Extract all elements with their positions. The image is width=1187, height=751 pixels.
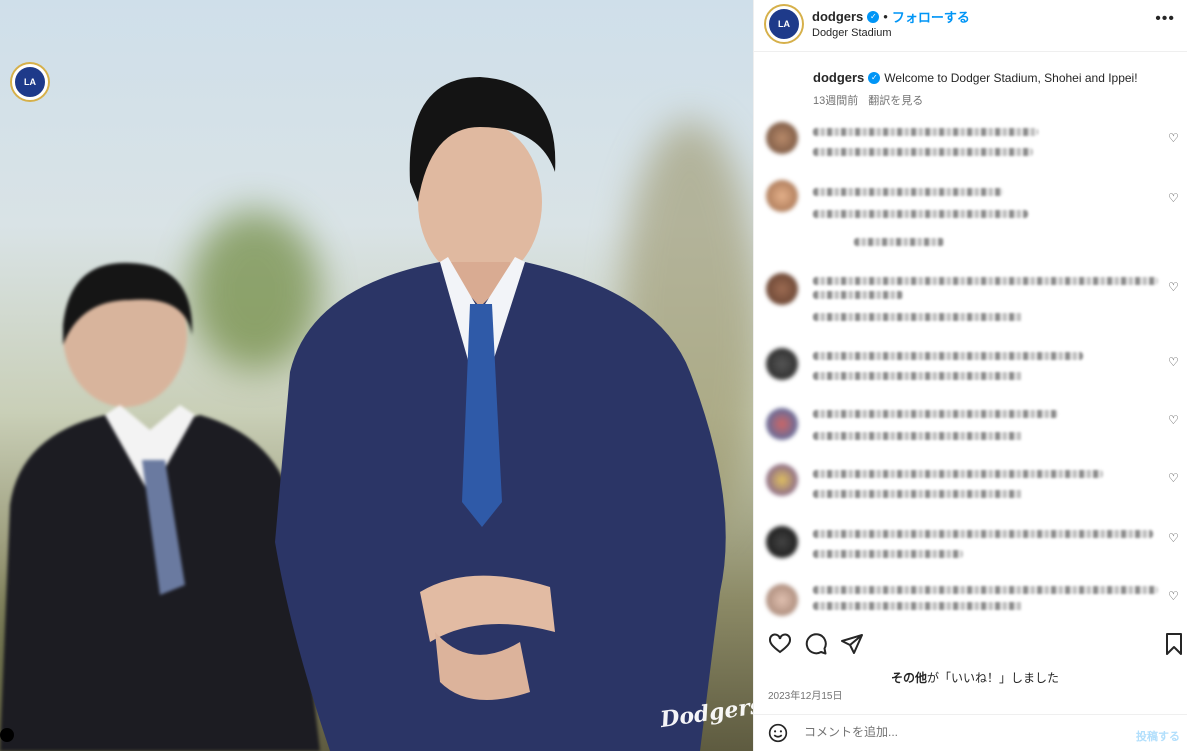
comment-text-blurred <box>813 128 1038 136</box>
comment-avatar[interactable] <box>766 408 798 440</box>
comment-meta-blurred <box>813 372 1023 380</box>
heart-icon[interactable]: ♡ <box>1168 590 1180 602</box>
comment-meta-blurred <box>813 432 1023 440</box>
comment-text-blurred <box>813 470 1103 478</box>
translate-link[interactable]: 翻訳を見る <box>868 92 923 108</box>
action-bar <box>754 628 1187 658</box>
verified-badge-icon: ✓ <box>867 10 880 23</box>
comment-avatar[interactable] <box>766 584 798 616</box>
heart-icon[interactable]: ♡ <box>1168 132 1180 144</box>
comment-text-blurred <box>813 410 1058 418</box>
post-header: LA dodgers ✓ • フォローする Dodger Stadium ••• <box>754 0 1187 52</box>
post-date[interactable]: 2023年12月15日 <box>768 687 843 702</box>
comment-avatar[interactable] <box>766 122 798 154</box>
caption: LA dodgers ✓ Welcome to Dodger Stadium, … <box>12 52 1187 112</box>
comment-list: ♡ ♡ ♡ ♡ ♡ ♡ ♡ ♡ <box>754 112 1187 622</box>
comment-text-blurred <box>813 602 1023 610</box>
comment-text-blurred <box>813 352 1083 360</box>
caption-username[interactable]: dodgers <box>813 70 864 85</box>
post-comment-button[interactable]: 投稿する <box>1136 728 1180 744</box>
comment-text-blurred <box>813 291 903 299</box>
caption-avatar[interactable]: LA <box>12 64 48 100</box>
separator-dot: • <box>883 9 888 24</box>
comment-text-blurred <box>813 586 1158 594</box>
comment-meta-blurred <box>813 210 1028 218</box>
caption-meta: 13週間前 翻訳を見る <box>813 92 923 108</box>
comment-meta-blurred <box>813 550 963 558</box>
comment-meta-blurred <box>813 490 1023 498</box>
emoji-icon[interactable] <box>768 723 788 743</box>
dodgers-avatar[interactable]: LA <box>766 6 802 42</box>
heart-icon[interactable]: ♡ <box>1168 356 1180 368</box>
comment-replies-blurred <box>854 238 944 246</box>
caption-body: Welcome to Dodger Stadium, Shohei and Ip… <box>884 70 1138 85</box>
person-right <box>275 77 726 751</box>
comment-avatar[interactable] <box>766 348 798 380</box>
likes-text: が「いいね！」しました <box>927 671 1060 685</box>
comment-text-blurred <box>813 530 1153 538</box>
comment-meta-blurred <box>813 313 1023 321</box>
comment-avatar[interactable] <box>766 526 798 558</box>
comment-avatar[interactable] <box>766 180 798 212</box>
follow-button[interactable]: フォローする <box>892 7 970 26</box>
bookmark-icon[interactable] <box>1164 632 1184 656</box>
caption-text-row: dodgers ✓ Welcome to Dodger Stadium, Sho… <box>813 70 1138 85</box>
verified-badge-icon: ✓ <box>868 71 881 84</box>
header-user: dodgers ✓ • フォローする <box>812 7 970 26</box>
heart-icon[interactable]: ♡ <box>1168 192 1180 204</box>
comment-text-blurred <box>813 188 1003 196</box>
likes-others-link[interactable]: その他 <box>891 671 927 685</box>
comment-icon[interactable] <box>804 632 828 656</box>
share-icon[interactable] <box>840 632 864 656</box>
likes-summary: その他が「いいね！」しました <box>891 669 1059 686</box>
header-username[interactable]: dodgers <box>812 9 863 24</box>
like-heart-icon[interactable] <box>768 632 792 656</box>
comment-input[interactable] <box>804 725 1104 739</box>
comment-text-blurred <box>813 277 1158 285</box>
comment-meta-blurred <box>813 148 1033 156</box>
comment-avatar[interactable] <box>766 273 798 305</box>
post-photo[interactable]: Dodgers <box>0 0 753 751</box>
more-options-icon[interactable]: ••• <box>1155 10 1175 28</box>
heart-icon[interactable]: ♡ <box>1168 414 1180 426</box>
heart-icon[interactable]: ♡ <box>1168 281 1180 293</box>
heart-icon[interactable]: ♡ <box>1168 472 1180 484</box>
heart-icon[interactable]: ♡ <box>1168 532 1180 544</box>
comment-box: 投稿する <box>754 714 1187 751</box>
location-link[interactable]: Dodger Stadium <box>812 27 892 39</box>
post-sidebar: LA dodgers ✓ • フォローする Dodger Stadium •••… <box>12 0 1187 751</box>
comment-avatar[interactable] <box>766 464 798 496</box>
caption-age: 13週間前 <box>813 95 859 107</box>
corner-icon[interactable] <box>0 728 14 742</box>
